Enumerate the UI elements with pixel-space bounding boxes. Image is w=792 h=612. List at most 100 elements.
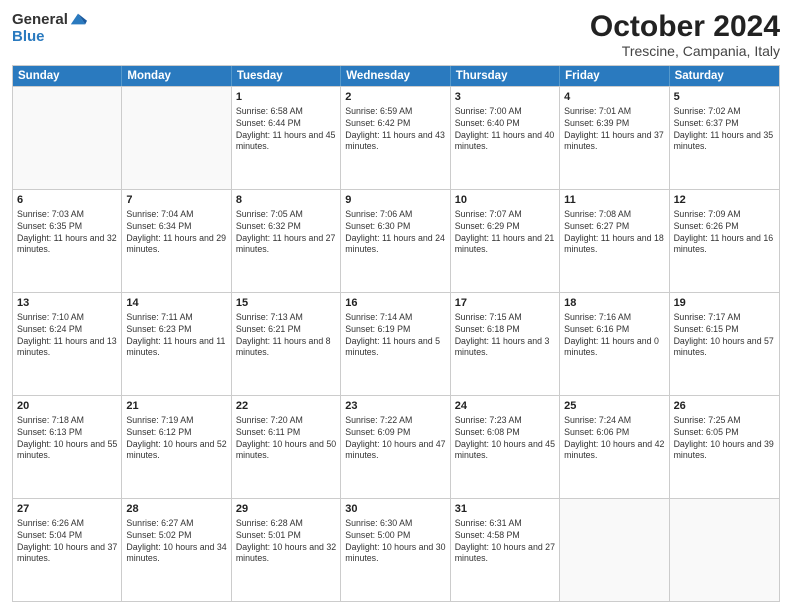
day-number: 1: [236, 90, 336, 105]
cell-sun-info: Sunrise: 7:23 AM Sunset: 6:08 PM Dayligh…: [455, 415, 555, 463]
calendar-cell: 10Sunrise: 7:07 AM Sunset: 6:29 PM Dayli…: [451, 190, 560, 292]
day-number: 29: [236, 502, 336, 517]
header-saturday: Saturday: [670, 66, 779, 86]
page: General Blue October 2024 Trescine, Camp…: [0, 0, 792, 612]
calendar-week-1: 1Sunrise: 6:58 AM Sunset: 6:44 PM Daylig…: [13, 86, 779, 189]
day-number: 9: [345, 193, 445, 208]
calendar-cell: 22Sunrise: 7:20 AM Sunset: 6:11 PM Dayli…: [232, 396, 341, 498]
calendar-cell: [13, 87, 122, 189]
cell-sun-info: Sunrise: 7:08 AM Sunset: 6:27 PM Dayligh…: [564, 209, 664, 257]
calendar-cell: 16Sunrise: 7:14 AM Sunset: 6:19 PM Dayli…: [341, 293, 450, 395]
day-number: 22: [236, 399, 336, 414]
cell-sun-info: Sunrise: 6:26 AM Sunset: 5:04 PM Dayligh…: [17, 518, 117, 566]
logo-blue: Blue: [12, 29, 45, 44]
calendar-cell: 24Sunrise: 7:23 AM Sunset: 6:08 PM Dayli…: [451, 396, 560, 498]
calendar-cell: 20Sunrise: 7:18 AM Sunset: 6:13 PM Dayli…: [13, 396, 122, 498]
day-number: 13: [17, 296, 117, 311]
calendar-cell: 13Sunrise: 7:10 AM Sunset: 6:24 PM Dayli…: [13, 293, 122, 395]
logo-general: General: [12, 12, 68, 27]
day-number: 16: [345, 296, 445, 311]
day-number: 19: [674, 296, 775, 311]
day-number: 28: [126, 502, 226, 517]
cell-sun-info: Sunrise: 6:30 AM Sunset: 5:00 PM Dayligh…: [345, 518, 445, 566]
calendar-cell: 1Sunrise: 6:58 AM Sunset: 6:44 PM Daylig…: [232, 87, 341, 189]
cell-sun-info: Sunrise: 6:27 AM Sunset: 5:02 PM Dayligh…: [126, 518, 226, 566]
cell-sun-info: Sunrise: 7:10 AM Sunset: 6:24 PM Dayligh…: [17, 312, 117, 360]
cell-sun-info: Sunrise: 7:20 AM Sunset: 6:11 PM Dayligh…: [236, 415, 336, 463]
day-number: 26: [674, 399, 775, 414]
cell-sun-info: Sunrise: 7:00 AM Sunset: 6:40 PM Dayligh…: [455, 106, 555, 154]
day-number: 8: [236, 193, 336, 208]
calendar-cell: 5Sunrise: 7:02 AM Sunset: 6:37 PM Daylig…: [670, 87, 779, 189]
cell-sun-info: Sunrise: 7:04 AM Sunset: 6:34 PM Dayligh…: [126, 209, 226, 257]
day-number: 2: [345, 90, 445, 105]
cell-sun-info: Sunrise: 7:01 AM Sunset: 6:39 PM Dayligh…: [564, 106, 664, 154]
header-friday: Friday: [560, 66, 669, 86]
day-number: 17: [455, 296, 555, 311]
header-thursday: Thursday: [451, 66, 560, 86]
cell-sun-info: Sunrise: 7:05 AM Sunset: 6:32 PM Dayligh…: [236, 209, 336, 257]
calendar-cell: 17Sunrise: 7:15 AM Sunset: 6:18 PM Dayli…: [451, 293, 560, 395]
calendar-cell: 28Sunrise: 6:27 AM Sunset: 5:02 PM Dayli…: [122, 499, 231, 601]
calendar-cell: 14Sunrise: 7:11 AM Sunset: 6:23 PM Dayli…: [122, 293, 231, 395]
calendar-cell: 15Sunrise: 7:13 AM Sunset: 6:21 PM Dayli…: [232, 293, 341, 395]
day-number: 31: [455, 502, 555, 517]
cell-sun-info: Sunrise: 7:15 AM Sunset: 6:18 PM Dayligh…: [455, 312, 555, 360]
day-number: 5: [674, 90, 775, 105]
cell-sun-info: Sunrise: 7:09 AM Sunset: 6:26 PM Dayligh…: [674, 209, 775, 257]
calendar-cell: 6Sunrise: 7:03 AM Sunset: 6:35 PM Daylig…: [13, 190, 122, 292]
cell-sun-info: Sunrise: 7:13 AM Sunset: 6:21 PM Dayligh…: [236, 312, 336, 360]
cell-sun-info: Sunrise: 6:28 AM Sunset: 5:01 PM Dayligh…: [236, 518, 336, 566]
day-number: 23: [345, 399, 445, 414]
cell-sun-info: Sunrise: 6:31 AM Sunset: 4:58 PM Dayligh…: [455, 518, 555, 566]
calendar-cell: 9Sunrise: 7:06 AM Sunset: 6:30 PM Daylig…: [341, 190, 450, 292]
cell-sun-info: Sunrise: 7:18 AM Sunset: 6:13 PM Dayligh…: [17, 415, 117, 463]
day-number: 14: [126, 296, 226, 311]
cell-sun-info: Sunrise: 7:17 AM Sunset: 6:15 PM Dayligh…: [674, 312, 775, 360]
calendar-cell: [670, 499, 779, 601]
cell-sun-info: Sunrise: 7:03 AM Sunset: 6:35 PM Dayligh…: [17, 209, 117, 257]
calendar-cell: 19Sunrise: 7:17 AM Sunset: 6:15 PM Dayli…: [670, 293, 779, 395]
day-number: 15: [236, 296, 336, 311]
day-number: 21: [126, 399, 226, 414]
calendar-cell: 8Sunrise: 7:05 AM Sunset: 6:32 PM Daylig…: [232, 190, 341, 292]
calendar-cell: 2Sunrise: 6:59 AM Sunset: 6:42 PM Daylig…: [341, 87, 450, 189]
day-number: 7: [126, 193, 226, 208]
calendar-cell: 27Sunrise: 6:26 AM Sunset: 5:04 PM Dayli…: [13, 499, 122, 601]
cell-sun-info: Sunrise: 7:14 AM Sunset: 6:19 PM Dayligh…: [345, 312, 445, 360]
calendar-cell: 23Sunrise: 7:22 AM Sunset: 6:09 PM Dayli…: [341, 396, 450, 498]
cell-sun-info: Sunrise: 7:07 AM Sunset: 6:29 PM Dayligh…: [455, 209, 555, 257]
cell-sun-info: Sunrise: 7:25 AM Sunset: 6:05 PM Dayligh…: [674, 415, 775, 463]
calendar: Sunday Monday Tuesday Wednesday Thursday…: [12, 65, 780, 602]
day-number: 25: [564, 399, 664, 414]
calendar-cell: 29Sunrise: 6:28 AM Sunset: 5:01 PM Dayli…: [232, 499, 341, 601]
calendar-week-5: 27Sunrise: 6:26 AM Sunset: 5:04 PM Dayli…: [13, 498, 779, 601]
cell-sun-info: Sunrise: 7:02 AM Sunset: 6:37 PM Dayligh…: [674, 106, 775, 154]
calendar-cell: 31Sunrise: 6:31 AM Sunset: 4:58 PM Dayli…: [451, 499, 560, 601]
calendar-cell: 12Sunrise: 7:09 AM Sunset: 6:26 PM Dayli…: [670, 190, 779, 292]
calendar-cell: 7Sunrise: 7:04 AM Sunset: 6:34 PM Daylig…: [122, 190, 231, 292]
cell-sun-info: Sunrise: 7:16 AM Sunset: 6:16 PM Dayligh…: [564, 312, 664, 360]
month-title: October 2024: [590, 10, 780, 43]
cell-sun-info: Sunrise: 7:22 AM Sunset: 6:09 PM Dayligh…: [345, 415, 445, 463]
calendar-cell: 25Sunrise: 7:24 AM Sunset: 6:06 PM Dayli…: [560, 396, 669, 498]
cell-sun-info: Sunrise: 6:58 AM Sunset: 6:44 PM Dayligh…: [236, 106, 336, 154]
day-number: 10: [455, 193, 555, 208]
day-number: 20: [17, 399, 117, 414]
cell-sun-info: Sunrise: 7:06 AM Sunset: 6:30 PM Dayligh…: [345, 209, 445, 257]
calendar-week-3: 13Sunrise: 7:10 AM Sunset: 6:24 PM Dayli…: [13, 292, 779, 395]
calendar-week-4: 20Sunrise: 7:18 AM Sunset: 6:13 PM Dayli…: [13, 395, 779, 498]
logo-icon: [69, 10, 87, 28]
day-number: 11: [564, 193, 664, 208]
calendar-week-2: 6Sunrise: 7:03 AM Sunset: 6:35 PM Daylig…: [13, 189, 779, 292]
location-title: Trescine, Campania, Italy: [590, 43, 780, 59]
day-number: 6: [17, 193, 117, 208]
calendar-header: Sunday Monday Tuesday Wednesday Thursday…: [13, 66, 779, 86]
cell-sun-info: Sunrise: 7:11 AM Sunset: 6:23 PM Dayligh…: [126, 312, 226, 360]
day-number: 4: [564, 90, 664, 105]
day-number: 3: [455, 90, 555, 105]
cell-sun-info: Sunrise: 7:19 AM Sunset: 6:12 PM Dayligh…: [126, 415, 226, 463]
title-area: October 2024 Trescine, Campania, Italy: [590, 10, 780, 59]
calendar-cell: [122, 87, 231, 189]
header-tuesday: Tuesday: [232, 66, 341, 86]
